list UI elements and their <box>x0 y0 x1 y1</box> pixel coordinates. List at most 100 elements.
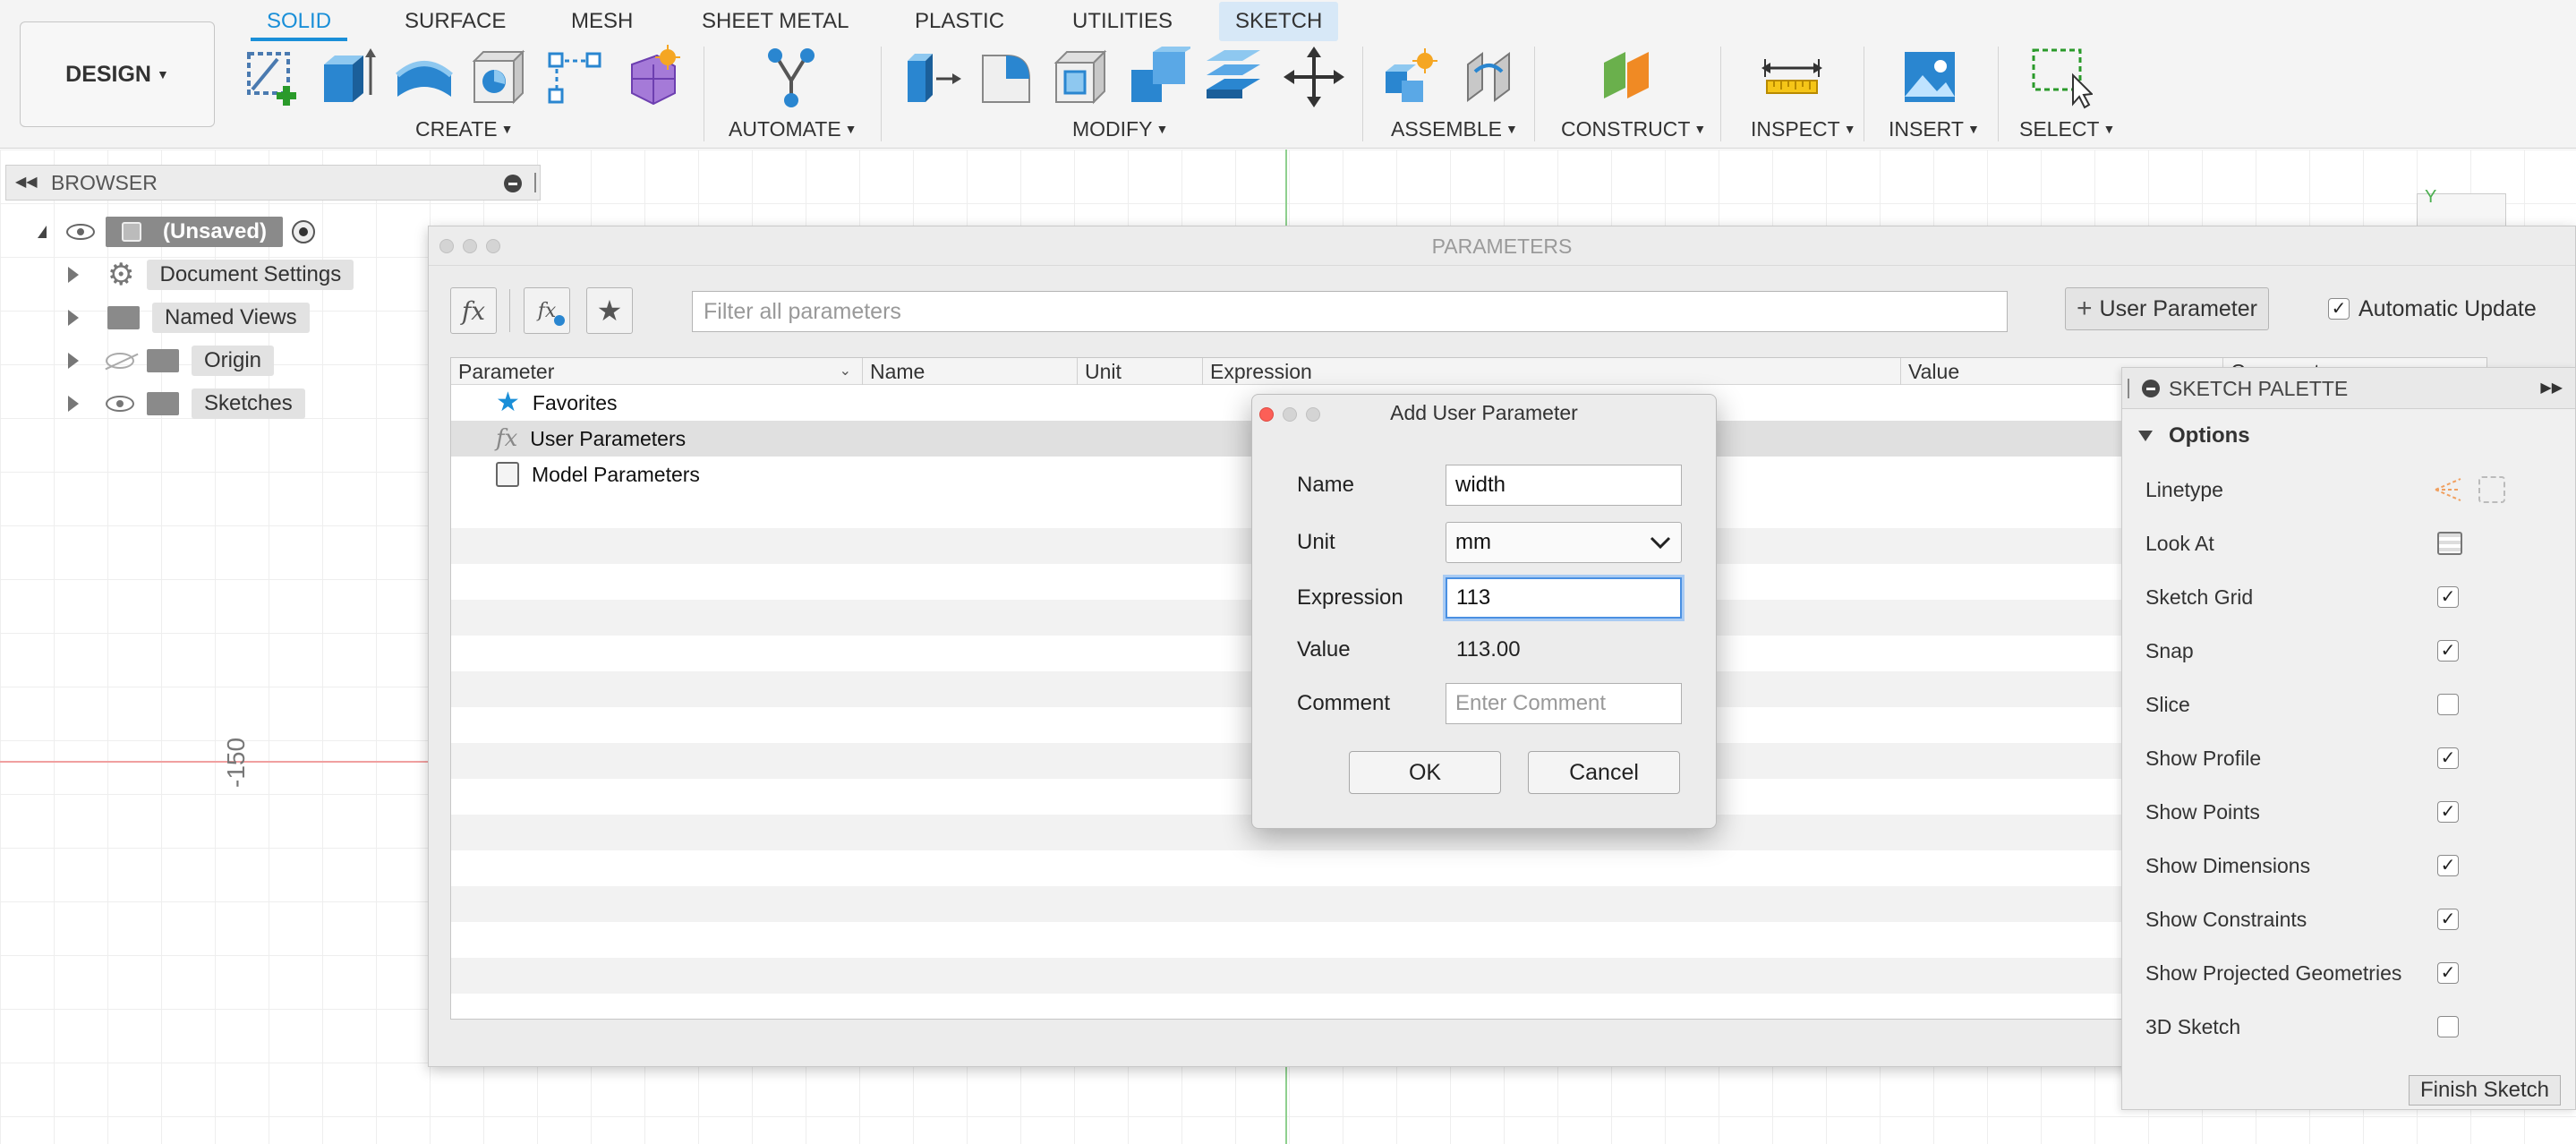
tab-sketch[interactable]: SKETCH <box>1219 2 1339 41</box>
options-section-header[interactable]: Options <box>2122 418 2575 454</box>
press-pull-icon[interactable] <box>899 45 963 109</box>
revolve-icon[interactable] <box>392 45 456 109</box>
show-constraints-checkbox[interactable]: ✓ <box>2437 909 2459 930</box>
collapsed-triangle-icon[interactable] <box>68 310 79 326</box>
construction-linetype-icon[interactable] <box>2432 474 2464 506</box>
unit-select[interactable]: mm <box>1446 522 1682 563</box>
caret-down-icon: ▼ <box>1966 122 1980 136</box>
tab-plastic[interactable]: PLASTIC <box>899 2 1020 41</box>
combine-icon[interactable] <box>1126 45 1190 109</box>
panel-resize-handle[interactable] <box>534 173 536 192</box>
column-header-name[interactable]: Name <box>863 358 1078 385</box>
collapsed-triangle-icon[interactable] <box>68 353 79 369</box>
tab-solid[interactable]: SOLID <box>251 2 348 41</box>
close-window-icon[interactable] <box>1259 407 1274 422</box>
centerline-linetype-icon[interactable] <box>2478 476 2505 503</box>
3d-sketch-checkbox[interactable] <box>2437 1016 2459 1037</box>
filter-parameters-input[interactable] <box>692 291 2008 332</box>
create-sketch-icon[interactable] <box>242 45 306 109</box>
expanded-triangle-icon[interactable] <box>38 226 47 238</box>
minimize-window-icon[interactable] <box>1283 407 1297 422</box>
insert-image-icon[interactable] <box>1898 45 1962 109</box>
construct-menu[interactable]: CONSTRUCT ▼ <box>1561 115 1706 143</box>
eye-icon[interactable] <box>66 224 95 240</box>
caret-down-icon: ▼ <box>2103 122 2116 136</box>
expression-input[interactable] <box>1446 577 1682 619</box>
browser-item-sketches[interactable]: Sketches <box>68 385 305 423</box>
ok-button[interactable]: OK <box>1349 751 1501 794</box>
collapsed-triangle-icon[interactable] <box>68 396 79 412</box>
move-icon[interactable] <box>1282 45 1346 109</box>
shell-icon[interactable] <box>1049 45 1113 109</box>
minimize-window-icon[interactable] <box>463 239 477 253</box>
sketch-grid-checkbox[interactable]: ✓ <box>2437 586 2459 608</box>
window-select-icon[interactable] <box>2028 45 2093 109</box>
close-window-icon[interactable] <box>439 239 454 253</box>
value-readout: 113.00 <box>1456 637 1521 662</box>
tab-sheet-metal[interactable]: SHEET METAL <box>686 2 865 41</box>
browser-root-node[interactable]: (Unsaved) <box>38 213 316 251</box>
snap-checkbox[interactable]: ✓ <box>2437 640 2459 662</box>
eye-icon[interactable] <box>106 396 134 412</box>
tab-mesh[interactable]: MESH <box>555 2 649 41</box>
slice-checkbox[interactable] <box>2437 694 2459 715</box>
collapsed-triangle-icon[interactable] <box>68 267 79 283</box>
function-button[interactable]: fx <box>450 287 497 334</box>
automatic-update-checkbox[interactable]: ✓ <box>2328 298 2350 320</box>
show-profile-checkbox[interactable]: ✓ <box>2437 747 2459 769</box>
finish-sketch-button[interactable]: Finish Sketch <box>2409 1075 2561 1106</box>
assemble-menu[interactable]: ASSEMBLE ▼ <box>1391 115 1518 143</box>
chevron-down-icon[interactable]: ⌄ <box>840 358 851 385</box>
browser-minimize-icon[interactable] <box>504 175 522 192</box>
view-cube-fragment[interactable]: Y <box>2417 187 2506 226</box>
activate-radio-icon[interactable] <box>292 220 316 243</box>
modify-menu[interactable]: MODIFY ▼ <box>1072 115 1168 143</box>
show-points-checkbox[interactable]: ✓ <box>2437 801 2459 823</box>
inspect-menu[interactable]: INSPECT ▼ <box>1751 115 1856 143</box>
expanded-triangle-icon[interactable] <box>2138 431 2153 441</box>
rectangular-pattern-icon[interactable] <box>542 45 607 109</box>
create-menu[interactable]: CREATE ▼ <box>415 115 513 143</box>
comment-input[interactable] <box>1446 683 1682 724</box>
look-at-icon[interactable] <box>2437 532 2462 555</box>
palette-item-label: Slice <box>2145 692 2190 716</box>
browser-item-origin[interactable]: Origin <box>68 342 275 380</box>
create-form-icon[interactable] <box>621 45 686 109</box>
extrude-icon[interactable] <box>315 45 380 109</box>
new-component-icon[interactable] <box>1378 45 1443 109</box>
offset-plane-icon[interactable] <box>1597 45 1661 109</box>
show-dimensions-checkbox[interactable]: ✓ <box>2437 855 2459 876</box>
automatic-update-toggle[interactable]: ✓ Automatic Update <box>2328 291 2537 327</box>
tab-surface[interactable]: SURFACE <box>388 2 522 41</box>
browser-item-document-settings[interactable]: ⚙ Document Settings <box>68 256 354 294</box>
name-input[interactable] <box>1446 465 1682 506</box>
palette-minimize-icon[interactable] <box>2142 380 2160 397</box>
zoom-window-icon[interactable] <box>486 239 500 253</box>
cancel-button[interactable]: Cancel <box>1528 751 1680 794</box>
show-projected-geometries-checkbox[interactable]: ✓ <box>2437 962 2459 984</box>
joint-icon[interactable] <box>1457 45 1522 109</box>
fillet-icon[interactable] <box>974 45 1038 109</box>
eye-hidden-icon[interactable] <box>105 353 139 371</box>
column-header-expression[interactable]: Expression <box>1203 358 1901 385</box>
offset-face-icon[interactable] <box>1201 45 1266 109</box>
hole-icon[interactable] <box>467 45 532 109</box>
comment-label: Comment <box>1297 691 1391 715</box>
collapse-panel-icon[interactable]: ◀◀ <box>15 166 38 200</box>
tab-utilities[interactable]: UTILITIES <box>1056 2 1189 41</box>
user-function-button[interactable]: fx <box>524 287 570 334</box>
workspace-switcher-button[interactable]: DESIGN ▼ <box>20 21 215 127</box>
zoom-window-icon[interactable] <box>1306 407 1320 422</box>
palette-resize-handle[interactable] <box>2128 379 2129 398</box>
column-header-parameter[interactable]: Parameter ⌄ <box>451 358 863 385</box>
measure-icon[interactable] <box>1760 45 1824 109</box>
browser-item-named-views[interactable]: Named Views <box>68 299 310 337</box>
expand-panel-icon[interactable]: ▶▶ <box>2540 368 2563 409</box>
automate-icon[interactable] <box>759 45 823 109</box>
favorites-button[interactable]: ★ <box>586 287 633 334</box>
automate-menu[interactable]: AUTOMATE ▼ <box>729 115 857 143</box>
column-header-unit[interactable]: Unit <box>1078 358 1203 385</box>
add-user-parameter-button[interactable]: + User Parameter <box>2065 287 2269 330</box>
select-menu[interactable]: SELECT ▼ <box>2019 115 2115 143</box>
insert-menu[interactable]: INSERT ▼ <box>1889 115 1980 143</box>
